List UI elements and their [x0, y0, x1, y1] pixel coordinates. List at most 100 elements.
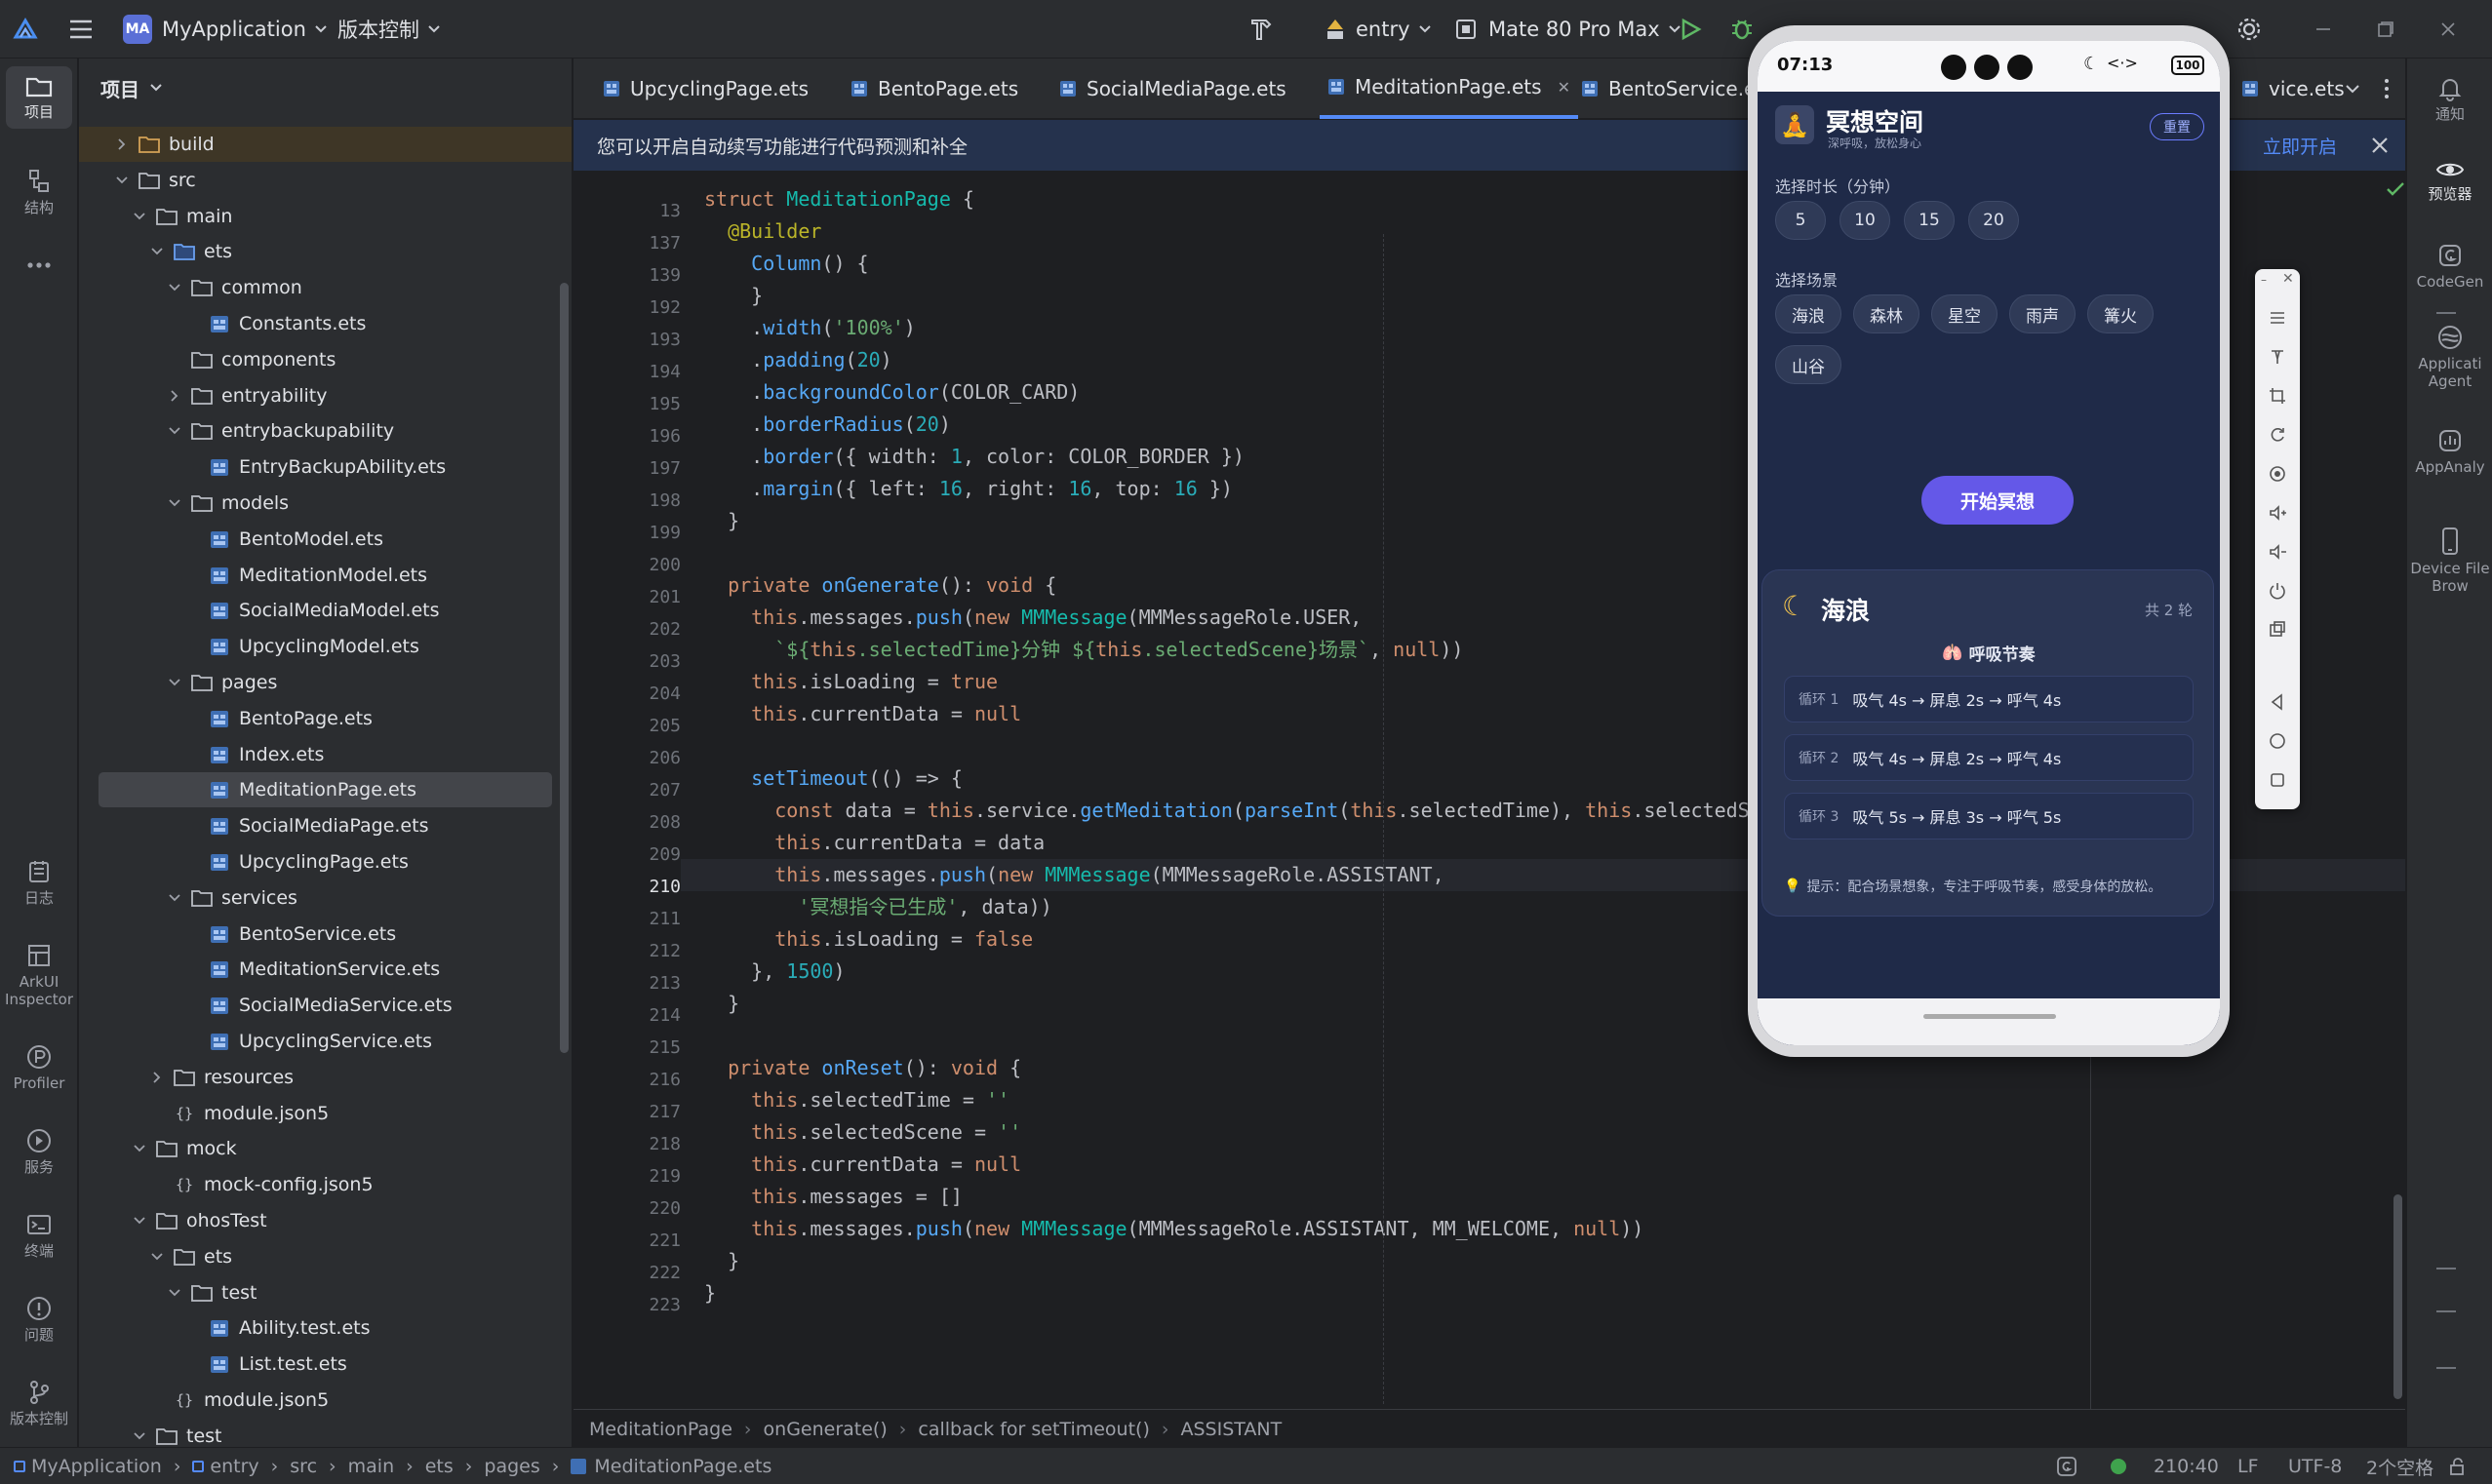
tool-device-file-browser[interactable]: Device File Brow — [2407, 527, 2492, 595]
editor-scrollbar[interactable] — [2393, 1194, 2402, 1399]
scene-chip[interactable]: 星空 — [1931, 294, 1998, 333]
tree-folder[interactable]: mock — [79, 1131, 572, 1166]
tree-folder[interactable]: ets — [79, 234, 572, 269]
chevron-down-icon[interactable] — [147, 1247, 167, 1267]
banner-enable-link[interactable]: 立即开启 — [2263, 120, 2337, 171]
tree-file[interactable]: {} mock-config.json5 — [79, 1167, 572, 1202]
tool-notifications[interactable]: 通知 — [2407, 74, 2492, 123]
project-panel-header[interactable]: 项目 — [79, 59, 572, 117]
status-path-item[interactable]: MeditationPage.ets — [594, 1456, 771, 1477]
start-meditation-button[interactable]: 开始冥想 — [1921, 476, 2074, 525]
chevron-down-icon[interactable] — [165, 673, 184, 692]
chevron-down-icon[interactable] — [165, 421, 184, 441]
tree-folder[interactable]: ets — [79, 1239, 572, 1274]
emu-screenshot-icon[interactable] — [2268, 620, 2287, 640]
emu-crop-icon[interactable] — [2268, 386, 2287, 406]
tree-file[interactable]: SocialMediaPage.ets — [79, 808, 572, 843]
chevron-down-icon[interactable] — [130, 1426, 149, 1446]
tool-profiler[interactable]: Profiler — [0, 1043, 78, 1092]
duration-chip[interactable]: 5 — [1775, 201, 1826, 240]
tree-file[interactable]: List.test.ets — [79, 1347, 572, 1382]
tool-more[interactable] — [0, 259, 78, 275]
tree-folder[interactable]: test — [79, 1419, 572, 1447]
tree-folder[interactable]: src — [79, 163, 572, 198]
tree-file[interactable]: EntryBackupAbility.ets — [79, 449, 572, 485]
chevron-right-icon[interactable] — [165, 386, 184, 406]
chevron-down-icon[interactable] — [165, 888, 184, 908]
more-vertical-icon[interactable] — [2384, 78, 2390, 99]
chevron-down-icon[interactable] — [130, 207, 149, 226]
scene-chip[interactable]: 海浪 — [1775, 294, 1841, 333]
tree-folder[interactable]: common — [79, 270, 572, 305]
tool-codegenie[interactable]: CodeGen — [2407, 242, 2492, 291]
emu-volume-down-icon[interactable] — [2268, 542, 2287, 562]
duration-chip[interactable]: 15 — [1904, 201, 1955, 240]
tool-arkui-inspector[interactable]: ArkUI Inspector — [0, 942, 78, 1008]
emu-volume-up-icon[interactable] — [2268, 503, 2287, 523]
chevron-right-icon[interactable] — [112, 135, 132, 154]
editor-tab[interactable]: MeditationPage.ets ✕ — [1320, 59, 1578, 119]
tree-file[interactable]: BentoModel.ets — [79, 522, 572, 557]
run-config-selector[interactable]: entry — [1323, 0, 1432, 59]
breadcrumb-item[interactable]: ASSISTANT — [1180, 1419, 1282, 1440]
emu-location-icon[interactable] — [2268, 464, 2287, 484]
chevron-down-icon[interactable] — [165, 493, 184, 513]
editor-tab[interactable]: BentoPage.ets — [843, 59, 1026, 119]
breadcrumb-item[interactable]: onGenerate() — [764, 1419, 888, 1440]
settings-gear-icon[interactable] — [2235, 0, 2263, 59]
status-path-item[interactable]: pages — [484, 1456, 539, 1477]
scene-chip[interactable]: 雨声 — [2009, 294, 2076, 333]
tree-file[interactable]: MeditationPage.ets — [99, 772, 552, 808]
emu-pin-icon[interactable] — [2268, 347, 2287, 367]
cursor-position[interactable]: 210:40 — [2154, 1448, 2219, 1484]
file-encoding[interactable]: UTF-8 — [2288, 1448, 2342, 1484]
breadcrumb-item[interactable]: callback for setTimeout() — [918, 1419, 1149, 1440]
tree-file[interactable]: SocialMediaService.ets — [79, 988, 572, 1023]
tool-services[interactable]: 服务 — [0, 1127, 78, 1176]
tree-file[interactable]: BentoService.ets — [79, 917, 572, 952]
tool-log[interactable]: 日志 — [0, 858, 78, 907]
tree-folder[interactable]: main — [79, 199, 572, 234]
tree-file[interactable]: BentoPage.ets — [79, 701, 572, 736]
status-path-item[interactable]: entry — [210, 1456, 258, 1477]
tool-vcs[interactable]: 版本控制 — [0, 1379, 78, 1427]
scene-chip[interactable]: 森林 — [1853, 294, 1919, 333]
run-icon[interactable] — [1678, 0, 1703, 59]
tree-folder[interactable]: build — [79, 127, 572, 162]
tool-terminal[interactable]: 终端 — [0, 1211, 78, 1260]
tree-folder[interactable]: components — [79, 342, 572, 377]
vcs-menu[interactable]: 版本控制 — [337, 0, 441, 59]
close-icon[interactable] — [2366, 132, 2393, 159]
scene-chip[interactable]: 篝火 — [2087, 294, 2154, 333]
build-hammer-icon[interactable] — [1246, 0, 1276, 59]
status-path-item[interactable]: MyApplication — [31, 1456, 162, 1477]
maximize-window-icon[interactable] — [2376, 0, 2395, 59]
main-menu-icon[interactable] — [68, 0, 94, 59]
emu-recent-icon[interactable] — [2268, 770, 2287, 790]
emu-minimize-icon[interactable]: – — [2261, 273, 2267, 287]
minimize-window-icon[interactable] — [2314, 0, 2333, 59]
emu-back-icon[interactable] — [2268, 692, 2287, 712]
tree-folder[interactable]: test — [79, 1275, 572, 1310]
emu-rotate-icon[interactable] — [2268, 425, 2287, 445]
editor-tab[interactable]: SocialMediaPage.ets — [1051, 59, 1294, 119]
tool-previewer[interactable]: 预览器 — [2407, 158, 2492, 203]
chevron-down-icon[interactable] — [112, 171, 132, 190]
tool-application-agent[interactable]: Applicati Agent — [2407, 324, 2492, 390]
tool-project[interactable]: 项目 — [6, 66, 72, 129]
duration-chip[interactable]: 20 — [1968, 201, 2019, 240]
tree-folder[interactable]: pages — [79, 665, 572, 700]
status-path-item[interactable]: src — [290, 1456, 317, 1477]
indent-setting[interactable]: 2个空格 — [2366, 1448, 2433, 1484]
project-switcher[interactable]: MA MyApplication — [123, 0, 328, 59]
project-panel-scrollbar[interactable] — [560, 283, 569, 1053]
chevron-down-icon[interactable] — [130, 1139, 149, 1158]
tree-file[interactable]: UpcyclingPage.ets — [79, 844, 572, 879]
tree-file[interactable]: {} module.json5 — [79, 1096, 572, 1131]
chevron-down-icon[interactable] — [165, 1283, 184, 1303]
tree-folder[interactable]: models — [79, 486, 572, 521]
tree-file[interactable]: UpcyclingModel.ets — [79, 629, 572, 664]
device-selector[interactable]: Mate 80 Pro Max — [1453, 0, 1681, 59]
chevron-right-icon[interactable] — [147, 1068, 167, 1087]
close-window-icon[interactable] — [2438, 0, 2458, 59]
